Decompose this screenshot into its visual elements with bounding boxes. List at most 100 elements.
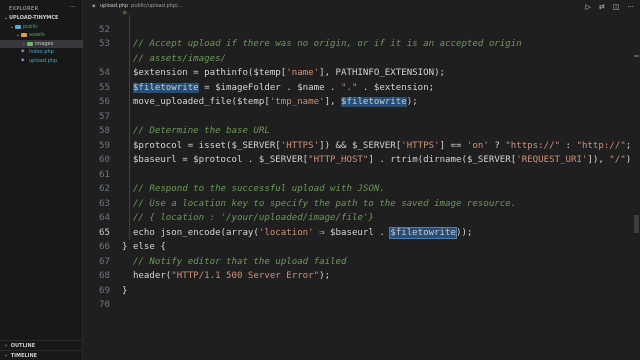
code-text: $baseurl = $protocol . $_SERVER["HTTP_HO… [122,155,640,165]
file-tree: ⌄ UPLOAD-TINYMCE ⌄ public ⌄ assets › images ◆ ind… [0,14,83,65]
code-token: ], [324,97,342,108]
tree-item[interactable]: ⌄ public [0,23,83,32]
code-text: header("HTTP/1.1 500 Server Error"); [122,271,330,281]
code-token: "HTTP/1.1 500 Server Error" [171,271,320,282]
code-text: * [122,10,127,20]
line-number: 56 [99,97,110,108]
line-number: 64 [99,213,110,224]
code-line[interactable]: * [84,8,632,23]
code-line[interactable]: 62 // Respond to the successful upload w… [84,182,632,197]
code-line[interactable]: 59 $protocol = isset($_SERVER['HTTPS']) … [84,139,632,154]
code-token: $extension = pathinfo($temp[ [122,68,287,79]
code-token: "http://" [576,140,626,151]
code-text: // Use a location key to specify the pat… [122,199,516,209]
code-line[interactable]: 67 // Notify editor that the upload fail… [84,255,632,270]
code-text: // Respond to the successful upload with… [122,184,385,194]
timeline-panel-header[interactable]: › TIMELINE [0,350,83,360]
code-line[interactable]: 52 [84,23,632,38]
code-token: // Accept upload if there was no origin,… [122,39,522,50]
code-line[interactable]: 57 [84,110,632,125]
tree-item[interactable]: ◆ upload.php [0,57,83,66]
php-file-icon: ◆ [21,49,25,54]
code-token: header( [122,271,172,282]
tree-item-label: UPLOAD-TINYMCE [9,15,59,21]
code-text: // { location : '/your/uploaded/image/fi… [122,213,374,223]
code-line[interactable]: 55 $filetowrite = $imageFolder . $name .… [84,81,632,96]
code-token: // Respond to the successful upload with… [122,184,385,195]
code-line[interactable]: 54 $extension = pathinfo($temp['name'], … [84,66,632,81]
code-text: $filetowrite = $imageFolder . $name . ".… [122,82,435,93]
code-token: ⇒ $baseurl . [313,227,391,238]
code-line[interactable]: 68 header("HTTP/1.1 500 Server Error"); [84,269,632,284]
code-token: "/" [609,155,626,166]
code-line[interactable]: 64 // { location : '/your/uploaded/image… [84,211,632,226]
folder-icon [15,24,21,29]
scroll-marker [634,55,639,57]
code-token: // Use a location key to specify the pat… [122,198,517,209]
code-line[interactable]: 63 // Use a location key to specify the … [84,197,632,212]
explorer-sidebar: EXPLORER ··· ⌄ UPLOAD-TINYMCE ⌄ public ⌄ asse… [0,0,83,360]
code-token: ); [406,97,418,108]
php-file-icon: ◆ [21,57,25,63]
code-line[interactable]: 70 [84,298,632,313]
more-actions-icon[interactable]: ··· [69,3,76,11]
line-number: 67 [99,256,110,267]
line-number: 62 [99,184,110,195]
chevron-right-icon: › [4,353,8,359]
folder-icon [21,33,27,38]
code-token: 'location' [258,227,314,238]
tree-item-label: upload.php [29,57,58,64]
code-token: ], PATHINFO_EXTENSION); [319,68,446,79]
code-token: "https://" [505,140,561,151]
code-line[interactable]: 56 move_uploaded_file($temp['tmp_name'],… [84,95,632,110]
code-text: // assets/images/ [122,54,226,64]
code-token: . $extension; [357,82,435,93]
code-text: } else { [122,242,166,252]
code-editor[interactable]: * 52 53 // Accept upload if there was no o… [84,10,640,360]
code-token: } else { [122,242,166,253]
line-number: 57 [99,111,110,122]
line-number: 59 [99,140,110,151]
code-line[interactable]: 69} [84,284,632,299]
code-text: // Accept upload if there was no origin,… [122,39,522,49]
code-token: ] . rtrim(dirname($_SERVER[ [368,155,517,166]
line-number: 66 [99,242,110,253]
code-token: = $imageFolder . $name . [198,82,342,93]
code-line[interactable]: 65 echo json_encode(array('location' ⇒ $… [84,226,632,241]
code-line[interactable]: 60 $baseurl = $protocol . $_SERVER["HTTP… [84,153,640,168]
code-token: )); [455,227,473,238]
code-token: * [122,10,128,21]
tree-item[interactable]: ◆ index.php [0,48,83,57]
code-token: move_uploaded_file($temp[ [122,97,270,108]
editor-scrollbar[interactable] [632,15,640,360]
tree-item[interactable]: ⌄ UPLOAD-TINYMCE [0,14,83,23]
highlighted-token: $filetowrite [341,97,407,108]
scroll-thumb[interactable] [634,215,639,233]
line-number: 69 [99,285,110,296]
code-token: 'HTTPS' [401,140,440,151]
line-number: 52 [99,24,110,35]
tree-item[interactable]: › images [0,39,83,48]
code-token: 'on' [466,140,489,151]
code-line[interactable]: // assets/images/ [84,52,632,67]
code-text: $protocol = isset($_SERVER['HTTPS']) && … [122,141,631,151]
code-token: // Notify editor that the upload failed [122,256,347,267]
code-line[interactable]: 61 [84,168,632,183]
code-line[interactable]: 58 // Determine the base URL [84,124,632,139]
highlighted-token: $filetowrite [389,226,457,239]
code-token: // assets/images/ [122,53,227,64]
code-token: : [560,140,577,151]
tree-item[interactable]: ⌄ assets [0,31,83,40]
code-line[interactable]: 53 // Accept upload if there was no orig… [84,37,632,52]
outline-label: OUTLINE [10,343,36,349]
highlighted-token: $filetowrite [132,82,199,93]
code-token: ]) && $_SERVER[ [319,140,402,151]
outline-panel-header[interactable]: › OUTLINE [0,340,83,350]
code-token: 'HTTPS' [280,140,320,151]
code-token: "." [341,82,358,93]
timeline-label: TIMELINE [10,353,38,359]
code-line[interactable]: 66 } else { [84,240,632,255]
code-token: 'tmp_name' [269,97,325,108]
line-number: 53 [99,39,110,50]
